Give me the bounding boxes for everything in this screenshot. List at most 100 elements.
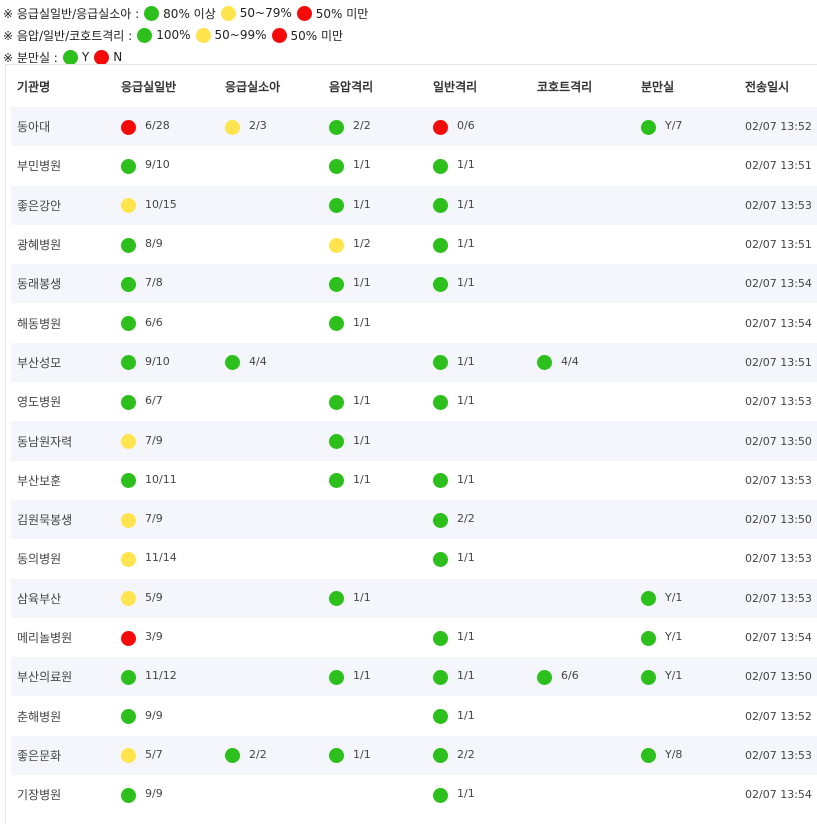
legend-item-label: 80% 이상 [163,6,216,21]
status-cell: 4/4 [219,342,323,383]
status-cell: 2/2 [219,735,323,776]
status-cell: 1/1 [323,578,427,618]
table-row[interactable]: 영도병원 6/7 1/1 1/1 02/07 13:53 [11,382,817,421]
status-cell-content: 9/10 [121,158,219,174]
green-status-dot-icon [144,5,160,21]
green-status-dot-icon [641,630,656,646]
legend-item: 80% 이상 [144,5,216,22]
status-value: 1/1 [457,708,475,722]
hospital-name: 해동병원 [17,316,62,331]
table-row[interactable]: 동래봉생 7/8 1/1 1/1 02/07 13:54 [11,264,817,304]
status-value: 10/15 [145,197,177,211]
column-header[interactable]: 응급실일반 [115,65,219,107]
table-row[interactable]: 메리놀병원 3/9 1/1 Y/1 02/07 13:54 [11,618,817,657]
status-cell [427,421,531,461]
status-cell-content: 4/4 [537,354,635,371]
status-cell: 2/2 [427,735,531,776]
status-cell-content: 5/7 [121,747,219,764]
status-cell: 9/10 [115,146,219,185]
status-cell [219,461,323,500]
status-cell [531,618,635,657]
table-body: 동아대 6/28 2/3 2/2 0/6 Y/7 02/07 13:52 부민병원 9/10 1/… [11,107,817,814]
table-row[interactable]: 동남원자력 7/9 1/1 02/07 13:50 [11,421,817,461]
status-value: 1/1 [457,276,475,290]
sent-time: 02/07 13:51 [745,238,812,252]
legend-line: ※ 응급실일반/응급실소아 : 80% 이상 50~79% 50% 미만 [3,2,817,24]
status-cell [219,696,323,735]
status-cell: 1/1 [427,618,531,657]
green-status-dot-icon [121,787,136,803]
table-row[interactable]: 광혜병원 8/9 1/2 1/1 02/07 13:51 [11,225,817,264]
column-header[interactable]: 일반격리 [427,65,531,107]
status-cell [219,539,323,578]
status-cell [219,146,323,185]
status-cell [323,775,427,814]
status-cell-content: 4/4 [225,354,323,371]
green-status-dot-icon [137,27,153,43]
status-cell: 1/1 [323,657,427,697]
status-cell-content: 1/1 [433,237,531,253]
status-value: 1/1 [353,197,371,211]
status-cell [531,696,635,735]
green-status-dot-icon [433,394,448,410]
table-row[interactable]: 부민병원 9/10 1/1 1/1 02/07 13:51 [11,146,817,185]
status-value: 1/1 [457,158,475,172]
hospital-name: 동남원자력 [11,421,115,461]
table-row[interactable]: 부산의료원 11/12 1/1 1/1 6/6 Y/1 02/07 13:50 [11,657,817,697]
table-row[interactable]: 춘해병원 9/9 1/1 02/07 13:52 [11,696,817,735]
yellow-status-dot-icon [329,237,344,253]
legend-item-label: 100% [156,28,191,42]
status-cell-content: 11/12 [121,669,219,685]
status-cell-content: 9/9 [121,787,219,803]
table-row[interactable]: 좋은강안 10/15 1/1 1/1 02/07 13:53 [11,185,817,225]
table-row[interactable]: 좋은문화 5/7 2/2 1/1 2/2 Y/8 02/07 13:53 [11,735,817,776]
status-value: 1/1 [353,315,371,329]
column-header[interactable]: 응급실소아 [219,65,323,107]
table-row[interactable]: 김원묵봉생 7/9 2/2 02/07 13:50 [11,499,817,540]
yellow-status-dot-icon [121,198,136,214]
green-status-dot-icon [433,198,448,214]
green-status-dot-icon [329,394,344,410]
status-cell [219,775,323,814]
status-cell: 10/15 [115,185,219,225]
table-row[interactable]: 부산성모 9/10 4/4 1/1 4/4 02/07 13:51 [11,342,817,383]
table-row[interactable]: 기장병원 9/9 1/1 02/07 13:54 [11,775,817,814]
sent-time: 02/07 13:51 [745,159,812,173]
column-header[interactable]: 코호트격리 [531,65,635,107]
table-row[interactable]: 부산보훈 10/11 1/1 1/1 02/07 13:53 [11,461,817,500]
yellow-status-dot-icon [121,748,136,764]
yellow-status-dot-icon [121,591,136,607]
sent-time: 02/07 13:53 [745,552,812,566]
red-status-dot-icon [296,5,312,21]
status-cell [531,539,635,578]
table-row[interactable]: 해동병원 6/6 1/1 02/07 13:54 [11,303,817,342]
status-value: 11/14 [145,551,177,565]
sent-time: 02/07 13:53 [739,578,817,618]
table-row[interactable]: 동아대 6/28 2/3 2/2 0/6 Y/7 02/07 13:52 [11,107,817,147]
status-cell: 8/9 [115,225,219,264]
status-cell: 7/9 [115,499,219,540]
status-cell [427,303,531,342]
table-row[interactable]: 동의병원 11/14 1/1 02/07 13:53 [11,539,817,578]
column-header[interactable]: 기관명 [11,65,115,107]
table-row[interactable]: 삼육부산 5/9 1/1 Y/1 02/07 13:53 [11,578,817,618]
status-cell [635,146,739,185]
status-cell-content: 11/14 [121,551,219,567]
status-cell: 6/7 [115,382,219,421]
status-value: 1/1 [457,787,475,801]
status-cell: 1/1 [323,735,427,776]
status-cell: 9/9 [115,696,219,735]
status-value: 6/6 [145,315,163,329]
status-value: 2/2 [353,119,371,133]
column-header[interactable]: 분만실 [635,65,739,107]
column-header[interactable]: 전송일시 [739,65,817,107]
status-cell-content: 1/1 [433,158,531,174]
column-header[interactable]: 음압격리 [323,65,427,107]
hospital-name: 동래봉생 [11,264,115,304]
green-status-dot-icon [225,748,240,764]
status-cell [635,264,739,304]
status-value: 7/9 [145,512,163,526]
green-status-dot-icon [329,748,344,764]
status-cell [531,185,635,225]
status-cell-content: 7/9 [121,512,219,528]
